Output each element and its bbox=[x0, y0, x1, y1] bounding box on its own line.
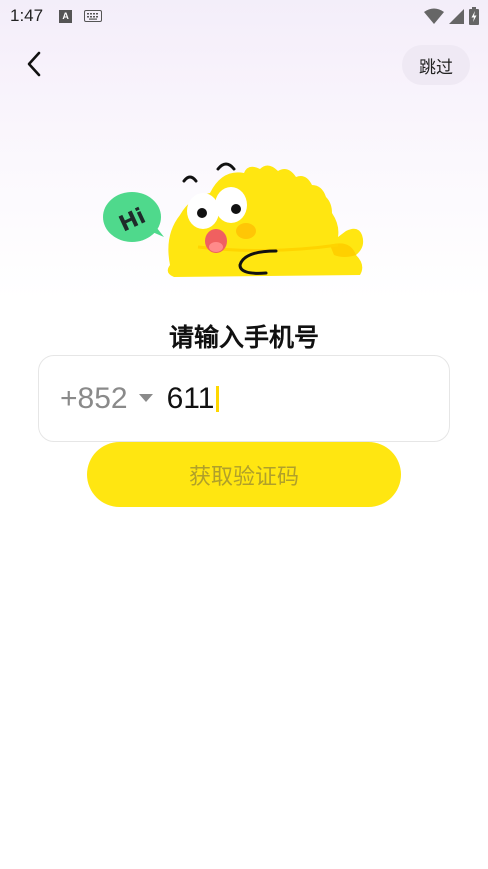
phone-number-value: 611 bbox=[166, 381, 215, 415]
mascot-illustration: Hi bbox=[98, 155, 373, 285]
get-verification-code-button[interactable]: 获取验证码 bbox=[87, 442, 401, 507]
back-button[interactable] bbox=[16, 48, 52, 84]
page-title: 请输入手机号 bbox=[168, 323, 319, 352]
chevron-left-icon bbox=[24, 50, 44, 82]
status-bar: 1:47 A bbox=[0, 0, 488, 32]
status-time: 1:47 bbox=[10, 6, 44, 25]
signal-icon bbox=[448, 8, 465, 29]
caret-down-icon[interactable] bbox=[138, 394, 153, 403]
battery-icon bbox=[469, 7, 479, 29]
phone-number-input[interactable]: 611 bbox=[167, 382, 220, 416]
wifi-icon bbox=[424, 8, 444, 29]
phone-input-group: +852 611 bbox=[38, 355, 450, 442]
keyboard-icon bbox=[84, 10, 103, 22]
text-cursor bbox=[216, 385, 220, 412]
app-notification-icon: A bbox=[59, 9, 73, 23]
skip-button[interactable]: 跳过 bbox=[402, 45, 470, 85]
country-code-selector[interactable]: +852 bbox=[60, 382, 128, 416]
status-icons bbox=[424, 7, 479, 29]
speech-bubble: Hi bbox=[103, 192, 164, 242]
